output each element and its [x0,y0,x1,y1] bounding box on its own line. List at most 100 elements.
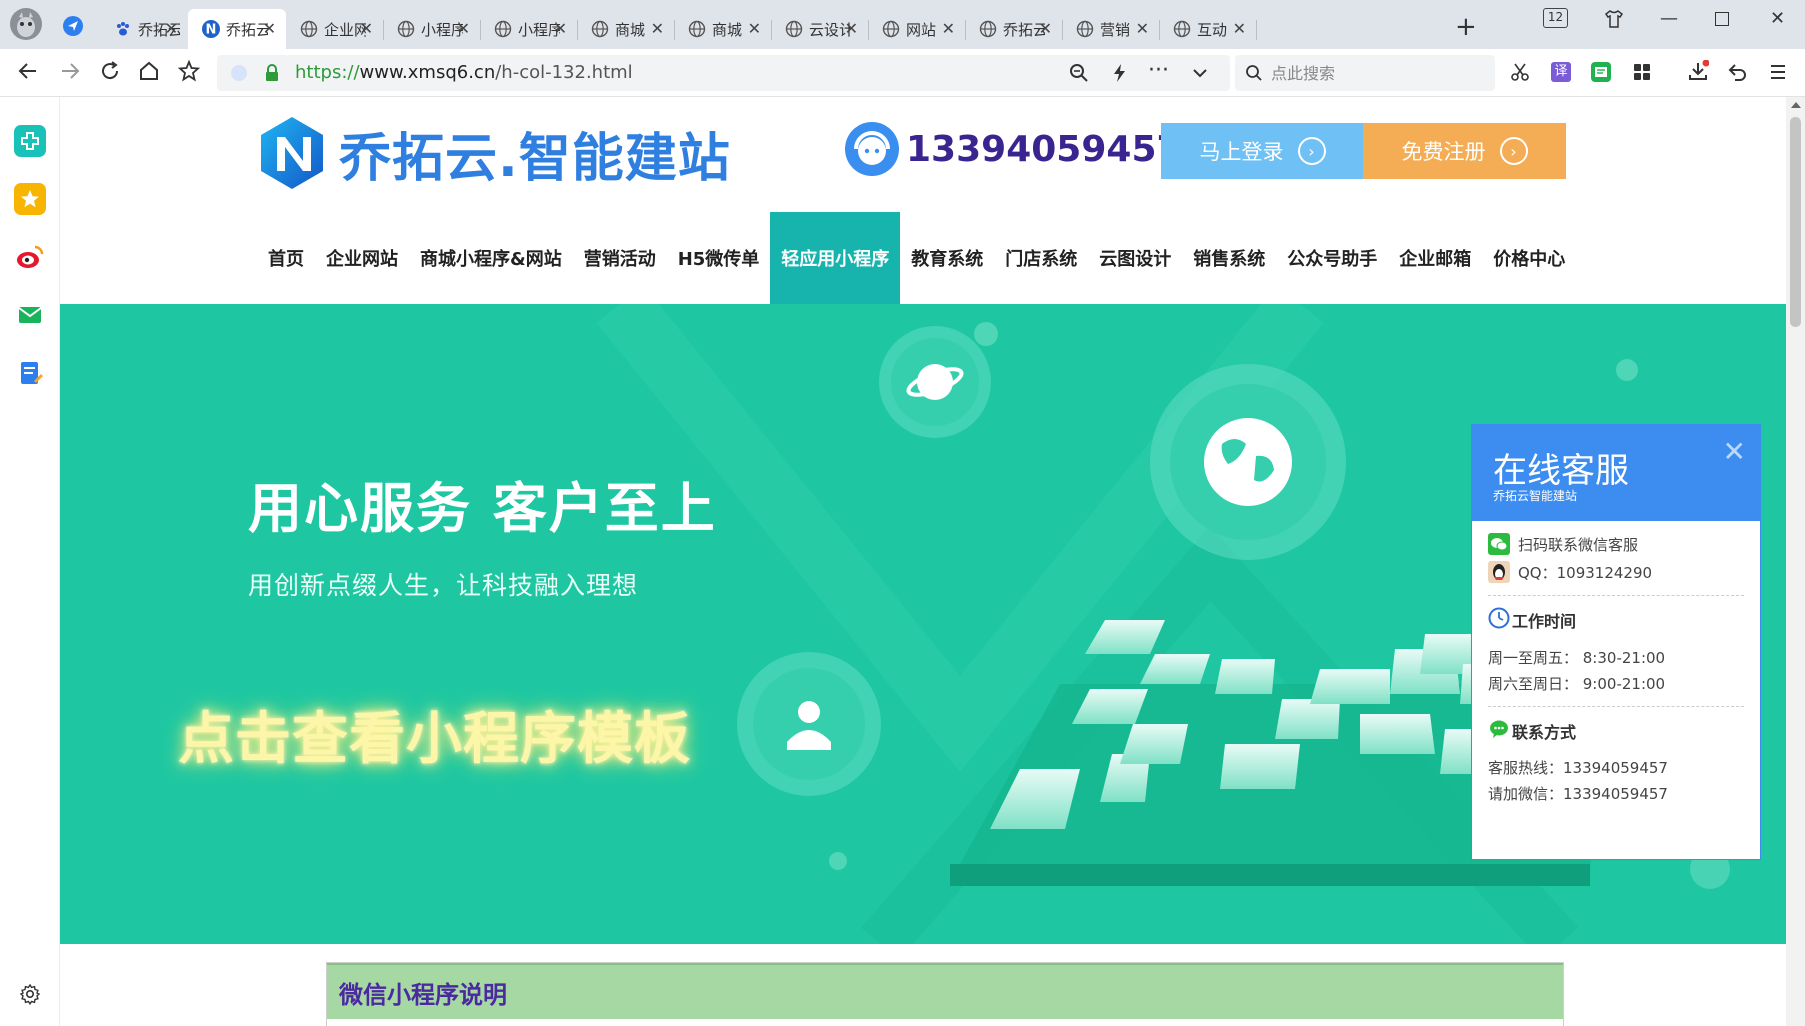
close-tab-icon[interactable]: ✕ [845,19,858,38]
forward-button[interactable] [58,59,82,89]
qq-service-link[interactable]: QQ：1093124290 [1488,561,1652,583]
service-panel-header: 在线客服 乔拓云智能建站 ✕ [1472,425,1760,521]
search-input[interactable] [1269,59,1489,87]
nav-item-pricing[interactable]: 价格中心 [1482,212,1576,304]
lightning-icon[interactable] [1110,63,1130,87]
home-button[interactable] [137,59,161,89]
nav-item-official-account[interactable]: 公众号助手 [1276,212,1388,304]
tab[interactable]: 乔拓云 ✕ [965,9,1062,49]
tab[interactable]: 小程序 ✕ [480,9,577,49]
star-icon[interactable] [14,183,46,215]
profile-avatar-icon[interactable] [10,8,42,40]
chevron-down-icon[interactable] [1190,63,1210,87]
close-tab-icon[interactable]: ✕ [651,19,664,38]
nav-item-sales[interactable]: 销售系统 [1182,212,1276,304]
browser-toolbar: https://www.xmsq6.cn/h-col-132.html ··· … [0,49,1805,97]
chevron-right-icon: › [1297,137,1326,165]
qq-number: QQ：1093124290 [1518,563,1653,582]
favorites-button[interactable] [177,59,201,89]
close-tab-icon[interactable]: ✕ [263,19,276,38]
qq-icon [1488,561,1510,583]
tab[interactable]: 商城 ✕ [577,9,674,49]
tab-active[interactable]: N 乔拓云 ✕ [188,9,286,49]
nav-item-enterprise-site[interactable]: 企业网站 [315,212,409,304]
banner-headline: 用心服务 客户至上 [248,477,717,540]
tab-count-badge[interactable]: 12 [1543,8,1568,28]
scrollbar-thumb[interactable] [1790,117,1801,327]
wechat-id: 请加微信：13394059457 [1488,785,1668,803]
tab[interactable]: 企业网站 ✕ [286,9,383,49]
site-info-icon[interactable] [231,65,247,81]
menu-icon[interactable] [1769,63,1787,85]
tab[interactable]: 云设计 ✕ [771,9,868,49]
contact-heading-label: 联系方式 [1512,723,1577,742]
weibo-icon[interactable] [14,241,46,273]
view-templates-link[interactable]: 点击查看小程序模板 [178,694,691,775]
maximize-button[interactable] [1715,8,1729,26]
send-icon[interactable] [63,16,83,36]
nav-item-mall[interactable]: 商城小程序&网站 [409,212,573,304]
globe-icon [300,20,318,38]
zoom-icon[interactable] [1069,63,1089,87]
url-scheme: https:// [295,62,360,83]
mail-icon[interactable] [14,299,46,331]
globe-icon [494,20,512,38]
close-tab-icon[interactable]: ✕ [748,19,761,38]
scissors-icon[interactable] [1510,62,1530,86]
note-edit-icon[interactable] [14,357,46,389]
nav-item-h5[interactable]: H5微传单 [667,212,771,304]
tab[interactable]: 互动 ✕ [1159,9,1256,49]
close-tab-icon[interactable]: ✕ [554,19,567,38]
url-text[interactable]: https://www.xmsq6.cn/h-col-132.html [295,62,633,83]
tab[interactable]: 小程序 ✕ [383,9,480,49]
main-nav: 首页 企业网站 商城小程序&网站 营销活动 H5微传单 轻应用小程序 教育系统 … [257,212,1576,304]
minimize-button[interactable]: — [1660,8,1678,29]
apps-grid-icon[interactable] [1632,62,1652,86]
nav-item-mini-program[interactable]: 轻应用小程序 [770,212,901,304]
close-tab-icon[interactable]: ✕ [457,19,470,38]
close-tab-icon[interactable]: ✕ [1233,19,1246,38]
reload-button[interactable] [98,59,122,89]
close-tab-icon[interactable]: ✕ [360,19,373,38]
tab[interactable]: 营销 ✕ [1062,9,1159,49]
nav-item-home[interactable]: 首页 [257,212,315,304]
close-icon[interactable]: ✕ [1723,435,1746,468]
close-window-button[interactable]: ✕ [1770,8,1785,29]
close-tab-icon[interactable]: ✕ [942,19,955,38]
service-hotline: 客服热线：13394059457 [1488,759,1668,777]
settings-gear-icon[interactable] [19,983,41,1009]
globe-icon [1173,20,1191,38]
tab[interactable]: 网站 ✕ [868,9,965,49]
banner-subtitle: 用创新点缀人生，让科技融入理想 [248,571,639,600]
notes-icon[interactable] [1591,62,1611,82]
close-tab-icon[interactable]: ✕ [165,19,178,38]
page-scrollbar[interactable] [1786,97,1805,1026]
register-button[interactable]: 免费注册 › [1363,123,1566,179]
tab[interactable]: 商城 ✕ [674,9,771,49]
tab[interactable]: 乔拓云 ✕ [100,9,188,49]
health-icon[interactable] [14,125,46,157]
nav-item-store[interactable]: 门店系统 [994,212,1088,304]
undo-icon[interactable] [1727,61,1749,87]
nav-item-education[interactable]: 教育系统 [900,212,994,304]
site-logo[interactable]: 乔拓云.智能建站 [257,115,731,191]
back-button[interactable] [16,59,40,89]
close-tab-icon[interactable]: ✕ [1136,19,1149,38]
nav-item-email[interactable]: 企业邮箱 [1388,212,1482,304]
nav-item-marketing[interactable]: 营销活动 [573,212,667,304]
lock-icon[interactable] [265,64,279,86]
download-icon[interactable] [1687,59,1710,86]
more-icon[interactable]: ··· [1148,58,1169,83]
close-tab-icon[interactable]: ✕ [1039,19,1052,38]
clock-icon [1488,607,1510,633]
wechat-service-link[interactable]: 扫码联系微信客服 [1488,533,1638,555]
login-button[interactable]: 马上登录 › [1161,123,1364,179]
nav-item-design[interactable]: 云图设计 [1088,212,1182,304]
shirt-icon[interactable] [1603,8,1625,35]
weekend-hours: 周六至周日： 9:00-21:00 [1488,675,1666,693]
n-logo-icon [261,117,323,189]
translate-icon[interactable]: 译 [1551,62,1571,82]
address-bar[interactable]: https://www.xmsq6.cn/h-col-132.html ··· [217,55,1230,91]
new-tab-button[interactable]: + [1455,14,1477,40]
service-panel-title: 在线客服 [1493,451,1629,491]
